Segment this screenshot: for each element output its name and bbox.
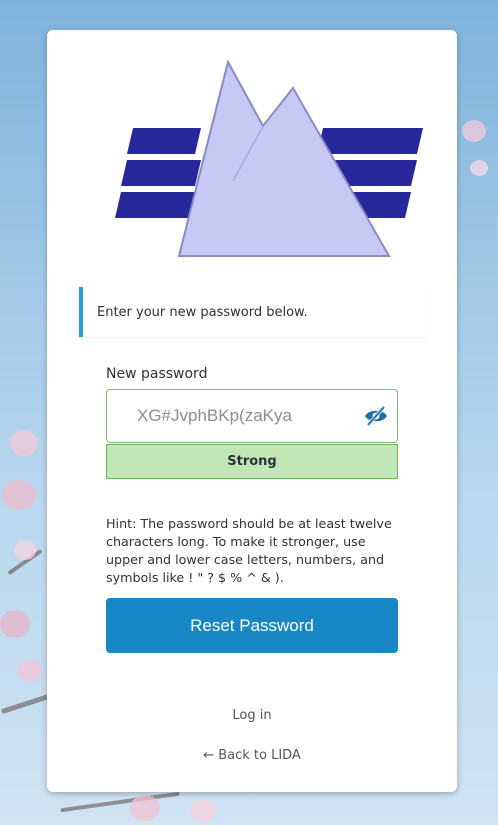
info-message-text: Enter your new password below. [97, 304, 308, 320]
background-blossom [470, 160, 488, 176]
new-password-label: New password [106, 366, 208, 382]
background-blossom [2, 480, 36, 510]
password-strength-indicator: Strong [106, 444, 398, 479]
back-to-site-link[interactable]: ← Back to LIDA [47, 748, 457, 763]
info-message: Enter your new password below. [79, 287, 427, 337]
new-password-field[interactable]: XG#JvphBKp(zaKya [106, 389, 398, 443]
mountain-stripes-logo [115, 59, 423, 257]
reset-password-button[interactable]: Reset Password [106, 598, 398, 653]
background-blossom [18, 660, 42, 682]
login-card: Enter your new password below. New passw… [47, 30, 457, 792]
background-blossom [14, 540, 36, 560]
background-branch [60, 791, 180, 813]
login-link[interactable]: Log in [47, 708, 457, 723]
toggle-password-visibility-button[interactable] [363, 403, 389, 429]
background-blossom [0, 610, 30, 638]
background-blossom [10, 430, 38, 456]
password-strength-label: Strong [227, 454, 277, 469]
background-blossom [462, 120, 486, 142]
password-hint: Hint: The password should be at least tw… [106, 515, 392, 585]
background-blossom [190, 800, 216, 822]
eye-slash-icon [365, 405, 387, 427]
new-password-value[interactable]: XG#JvphBKp(zaKya [137, 390, 292, 442]
background-blossom [130, 795, 160, 821]
